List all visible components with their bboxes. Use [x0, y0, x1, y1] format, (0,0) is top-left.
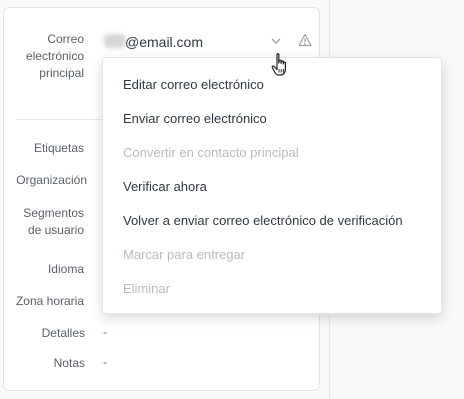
menu-item-delete: Eliminar [123, 281, 170, 296]
menu-item-resend-verification[interactable]: Volver a enviar correo electrónico de ve… [123, 213, 403, 229]
language-label: Idioma [47, 262, 84, 276]
details-value[interactable]: - [103, 324, 107, 341]
details-label: Detalles [41, 326, 85, 340]
primary-email-label: Correo electrónico principal [8, 31, 84, 82]
chevron-down-icon[interactable] [270, 36, 282, 46]
warning-triangle-icon[interactable] [298, 33, 312, 47]
user-segments-label-line: Segmentos [23, 206, 84, 220]
timezone-label: Zona horaria [15, 294, 84, 308]
primary-email-label-line: electrónico [25, 49, 84, 63]
menu-item-mark-deliverable: Marcar para entregar [123, 247, 246, 262]
section-divider [17, 119, 103, 120]
notes-value[interactable]: - [103, 354, 107, 371]
primary-email-value[interactable]: @email.com [125, 33, 203, 51]
hand-pointer-icon [271, 53, 286, 76]
menu-item-edit-email[interactable]: Editar correo electrónico [123, 77, 264, 93]
primary-email-label-line: Correo [47, 32, 84, 46]
primary-email-label-line: principal [39, 66, 84, 80]
email-actions-menu: Editar correo electrónico Enviar correo … [102, 57, 442, 314]
tags-label: Etiquetas [33, 141, 84, 155]
user-segments-label-line: de usuario [27, 223, 84, 237]
user-segments-label: Segmentos de usuario [8, 205, 84, 239]
email-redacted-prefix [104, 34, 126, 48]
organization-label: Organización [16, 173, 87, 187]
menu-item-verify-now[interactable]: Verificar ahora [123, 179, 207, 195]
menu-item-send-email[interactable]: Enviar correo electrónico [123, 111, 267, 127]
menu-item-make-primary: Convertir en contacto principal [123, 145, 299, 160]
notes-label: Notas [53, 356, 85, 370]
